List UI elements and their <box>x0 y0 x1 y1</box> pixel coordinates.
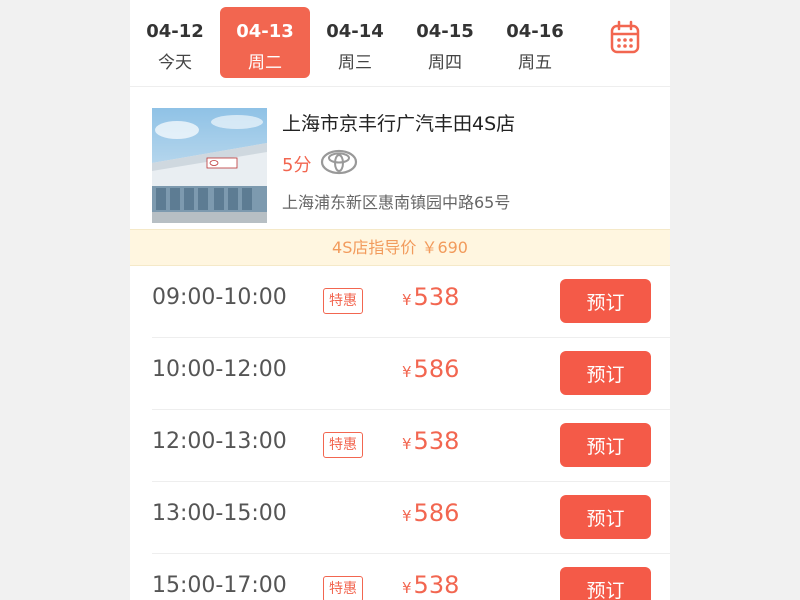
book-button[interactable]: 预订 <box>560 567 651 600</box>
price-value: 538 <box>413 427 460 455</box>
date-tab-weekday: 周二 <box>248 53 282 73</box>
date-tab-0[interactable]: 04-12 今天 <box>130 7 220 78</box>
slot-time: 15:00-17:00 <box>152 573 287 598</box>
currency-symbol: ¥ <box>402 507 412 525</box>
booking-page: 04-12 今天 04-13 周二 04-14 周三 04-15 周四 04-1… <box>130 0 670 600</box>
currency-symbol: ¥ <box>402 363 412 381</box>
date-tab-2[interactable]: 04-14 周三 <box>310 7 400 78</box>
toyota-logo-icon <box>320 149 358 175</box>
date-tab-weekday: 周三 <box>338 53 372 73</box>
slot-price: ¥586 <box>402 499 459 527</box>
price-value: 586 <box>413 355 460 383</box>
date-tab-date: 04-15 <box>416 21 474 42</box>
currency-symbol: ¥ <box>402 579 412 597</box>
store-rating: 5分 <box>282 155 312 176</box>
time-slot-row: 10:00-12:00 ¥586 预订 <box>152 338 670 410</box>
time-slot-row: 13:00-15:00 ¥586 预订 <box>152 482 670 554</box>
date-tab-date: 04-13 <box>236 21 294 42</box>
date-tab-date: 04-14 <box>326 21 384 42</box>
slot-time: 10:00-12:00 <box>152 357 287 382</box>
slot-price: ¥586 <box>402 355 459 383</box>
time-slot-row: 09:00-10:00 特惠 ¥538 预订 <box>152 266 670 338</box>
book-button[interactable]: 预订 <box>560 279 651 323</box>
date-tab-weekday: 周四 <box>428 53 462 73</box>
currency-symbol: ¥ <box>402 291 412 309</box>
book-button[interactable]: 预订 <box>560 351 651 395</box>
date-tab-weekday: 周五 <box>518 53 552 73</box>
date-tab-1[interactable]: 04-13 周二 <box>220 7 310 78</box>
price-value: 586 <box>413 499 460 527</box>
time-slot-row: 15:00-17:00 特惠 ¥538 预订 <box>152 554 670 600</box>
calendar-icon[interactable] <box>608 20 642 56</box>
date-tab-date: 04-12 <box>146 21 204 42</box>
book-button[interactable]: 预订 <box>560 423 651 467</box>
slot-time: 13:00-15:00 <box>152 501 287 526</box>
slot-price: ¥538 <box>402 283 459 311</box>
discount-badge: 特惠 <box>323 432 363 458</box>
price-value: 538 <box>413 283 460 311</box>
store-photo <box>152 108 267 223</box>
store-name: 上海市京丰行广汽丰田4S店 <box>282 113 516 135</box>
slot-price: ¥538 <box>402 571 459 599</box>
price-value: 538 <box>413 571 460 599</box>
slot-time: 12:00-13:00 <box>152 429 287 454</box>
book-button[interactable]: 预订 <box>560 495 651 539</box>
time-slot-list: 09:00-10:00 特惠 ¥538 预订 10:00-12:00 ¥586 … <box>130 266 670 600</box>
date-tab-date: 04-16 <box>506 21 564 42</box>
date-tab-3[interactable]: 04-15 周四 <box>400 7 490 78</box>
guide-price-bar: 4S店指导价 ￥690 <box>130 229 670 266</box>
store-address: 上海浦东新区惠南镇园中路65号 <box>282 193 511 212</box>
slot-price: ¥538 <box>402 427 459 455</box>
slot-time: 09:00-10:00 <box>152 285 287 310</box>
discount-badge: 特惠 <box>323 576 363 600</box>
store-card[interactable]: 上海市京丰行广汽丰田4S店 5分 上海浦东新区惠南镇园中路65号 <box>130 87 670 229</box>
date-tab-weekday: 今天 <box>158 53 192 73</box>
time-slot-row: 12:00-13:00 特惠 ¥538 预订 <box>152 410 670 482</box>
date-selector: 04-12 今天 04-13 周二 04-14 周三 04-15 周四 04-1… <box>130 0 670 87</box>
currency-symbol: ¥ <box>402 435 412 453</box>
discount-badge: 特惠 <box>323 288 363 314</box>
date-tab-4[interactable]: 04-16 周五 <box>490 7 580 78</box>
